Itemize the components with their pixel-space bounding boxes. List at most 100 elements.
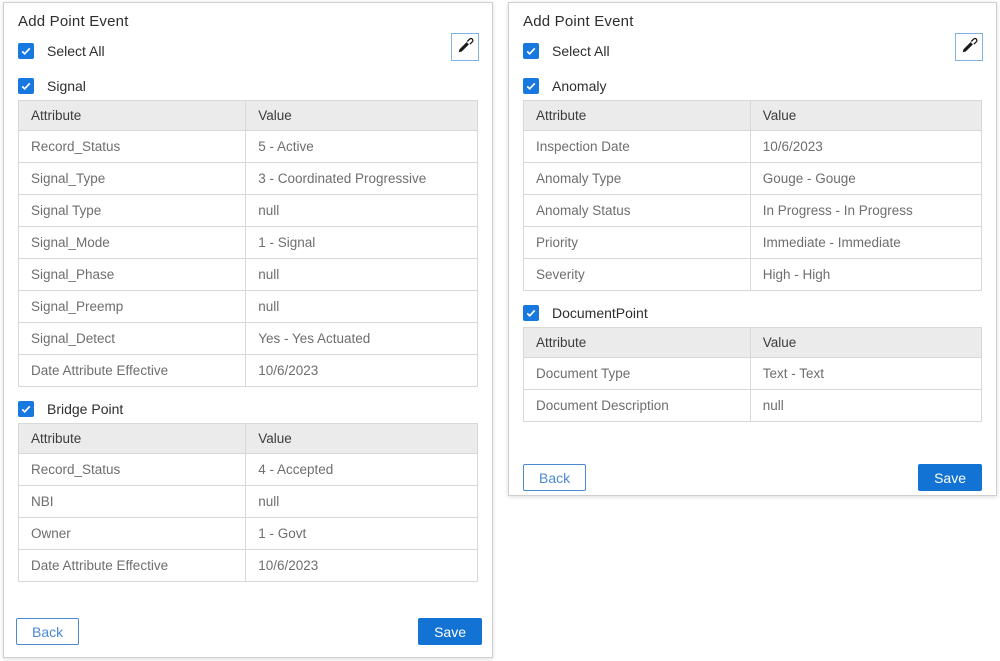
column-header-attribute: Attribute	[19, 101, 246, 131]
attribute-table: AttributeValueDocument TypeText - TextDo…	[523, 327, 982, 422]
check-icon	[525, 307, 537, 319]
value-cell: null	[246, 486, 478, 518]
table-header-row: AttributeValue	[524, 101, 982, 131]
value-cell: null	[246, 195, 478, 227]
column-header-attribute: Attribute	[19, 424, 246, 454]
column-header-attribute: Attribute	[524, 101, 751, 131]
check-icon	[525, 45, 537, 57]
attribute-cell: Record_Status	[19, 454, 246, 486]
eyedropper-button[interactable]	[955, 33, 983, 61]
value-cell: 4 - Accepted	[246, 454, 478, 486]
eyedropper-icon	[961, 37, 978, 57]
table-row: NBInull	[19, 486, 478, 518]
value-cell: High - High	[750, 259, 981, 291]
table-row: Inspection Date10/6/2023	[524, 131, 982, 163]
attribute-cell: Severity	[524, 259, 751, 291]
table-header-row: AttributeValue	[524, 328, 982, 358]
value-cell: 10/6/2023	[246, 355, 478, 387]
attribute-cell: Document Type	[524, 358, 751, 390]
table-row: Date Attribute Effective10/6/2023	[19, 355, 478, 387]
check-icon	[20, 45, 32, 57]
attribute-cell: NBI	[19, 486, 246, 518]
section-label[interactable]: Anomaly	[552, 78, 606, 94]
section-label[interactable]: Signal	[47, 78, 86, 94]
value-cell: Immediate - Immediate	[750, 227, 981, 259]
table-row: Record_Status4 - Accepted	[19, 454, 478, 486]
sections-container: AnomalyAttributeValueInspection Date10/6…	[523, 78, 982, 422]
select-all-checkbox[interactable]	[523, 43, 539, 59]
section-checkbox-row-signal[interactable]: Signal	[18, 78, 478, 94]
attribute-cell: Priority	[524, 227, 751, 259]
section-label[interactable]: DocumentPoint	[552, 305, 648, 321]
table-row: Date Attribute Effective10/6/2023	[19, 550, 478, 582]
value-cell: 5 - Active	[246, 131, 478, 163]
attribute-table: AttributeValueInspection Date10/6/2023An…	[523, 100, 982, 291]
table-row: Anomaly StatusIn Progress - In Progress	[524, 195, 982, 227]
value-cell: Text - Text	[750, 358, 981, 390]
section-checkbox-anomaly[interactable]	[523, 78, 539, 94]
section-label[interactable]: Bridge Point	[47, 401, 123, 417]
select-all-label[interactable]: Select All	[552, 43, 610, 59]
save-button[interactable]: Save	[918, 464, 982, 491]
column-header-attribute: Attribute	[524, 328, 751, 358]
check-icon	[525, 80, 537, 92]
save-button[interactable]: Save	[418, 618, 482, 645]
page-title: Add Point Event	[18, 13, 478, 30]
table-row: Document Descriptionnull	[524, 390, 982, 422]
select-all-row[interactable]: Select All	[18, 43, 478, 59]
table-row: Signal_Mode1 - Signal	[19, 227, 478, 259]
section-checkbox-row-documentpoint[interactable]: DocumentPoint	[523, 305, 982, 321]
table-row: Signal Typenull	[19, 195, 478, 227]
table-row: Signal_DetectYes - Yes Actuated	[19, 323, 478, 355]
value-cell: null	[246, 259, 478, 291]
table-row: Anomaly TypeGouge - Gouge	[524, 163, 982, 195]
sections-container: SignalAttributeValueRecord_Status5 - Act…	[18, 78, 478, 582]
section-checkbox-row-anomaly[interactable]: Anomaly	[523, 78, 982, 94]
table-row: Owner1 - Govt	[19, 518, 478, 550]
table-row: Signal_Type3 - Coordinated Progressive	[19, 163, 478, 195]
table-header-row: AttributeValue	[19, 101, 478, 131]
page-title: Add Point Event	[523, 13, 982, 30]
attribute-cell: Signal_Mode	[19, 227, 246, 259]
footer-actions: Back Save	[16, 618, 482, 645]
add-point-event-panel-right: Add Point Event Select All Anomaly Attrib…	[508, 2, 997, 496]
section-documentpoint: DocumentPoint AttributeValueDocument Type…	[523, 305, 982, 422]
column-header-value: Value	[750, 328, 981, 358]
select-all-row[interactable]: Select All	[523, 43, 982, 59]
value-cell: Gouge - Gouge	[750, 163, 981, 195]
attribute-cell: Anomaly Type	[524, 163, 751, 195]
attribute-cell: Document Description	[524, 390, 751, 422]
attribute-cell: Signal_Type	[19, 163, 246, 195]
footer-actions: Back Save	[523, 464, 982, 491]
eyedropper-button[interactable]	[451, 33, 479, 61]
column-header-value: Value	[246, 424, 478, 454]
value-cell: null	[750, 390, 981, 422]
value-cell: 10/6/2023	[246, 550, 478, 582]
column-header-value: Value	[750, 101, 981, 131]
back-button[interactable]: Back	[523, 464, 586, 491]
section-checkbox-bridge-point[interactable]	[18, 401, 34, 417]
attribute-cell: Record_Status	[19, 131, 246, 163]
table-row: Signal_Preempnull	[19, 291, 478, 323]
eyedropper-icon	[457, 37, 474, 57]
attribute-table: AttributeValueRecord_Status4 - AcceptedN…	[18, 423, 478, 582]
value-cell: null	[246, 291, 478, 323]
section-checkbox-row-bridge-point[interactable]: Bridge Point	[18, 401, 478, 417]
select-all-checkbox[interactable]	[18, 43, 34, 59]
attribute-cell: Owner	[19, 518, 246, 550]
check-icon	[20, 403, 32, 415]
section-checkbox-signal[interactable]	[18, 78, 34, 94]
attribute-cell: Inspection Date	[524, 131, 751, 163]
value-cell: 1 - Signal	[246, 227, 478, 259]
section-signal: Signal AttributeValueRecord_Status5 - Act…	[18, 78, 478, 387]
select-all-label[interactable]: Select All	[47, 43, 105, 59]
attribute-cell: Signal_Phase	[19, 259, 246, 291]
attribute-cell: Date Attribute Effective	[19, 550, 246, 582]
table-row: Document TypeText - Text	[524, 358, 982, 390]
section-anomaly: Anomaly AttributeValueInspection Date10/6…	[523, 78, 982, 291]
value-cell: In Progress - In Progress	[750, 195, 981, 227]
back-button[interactable]: Back	[16, 618, 79, 645]
attribute-cell: Anomaly Status	[524, 195, 751, 227]
section-checkbox-documentpoint[interactable]	[523, 305, 539, 321]
attribute-cell: Signal Type	[19, 195, 246, 227]
